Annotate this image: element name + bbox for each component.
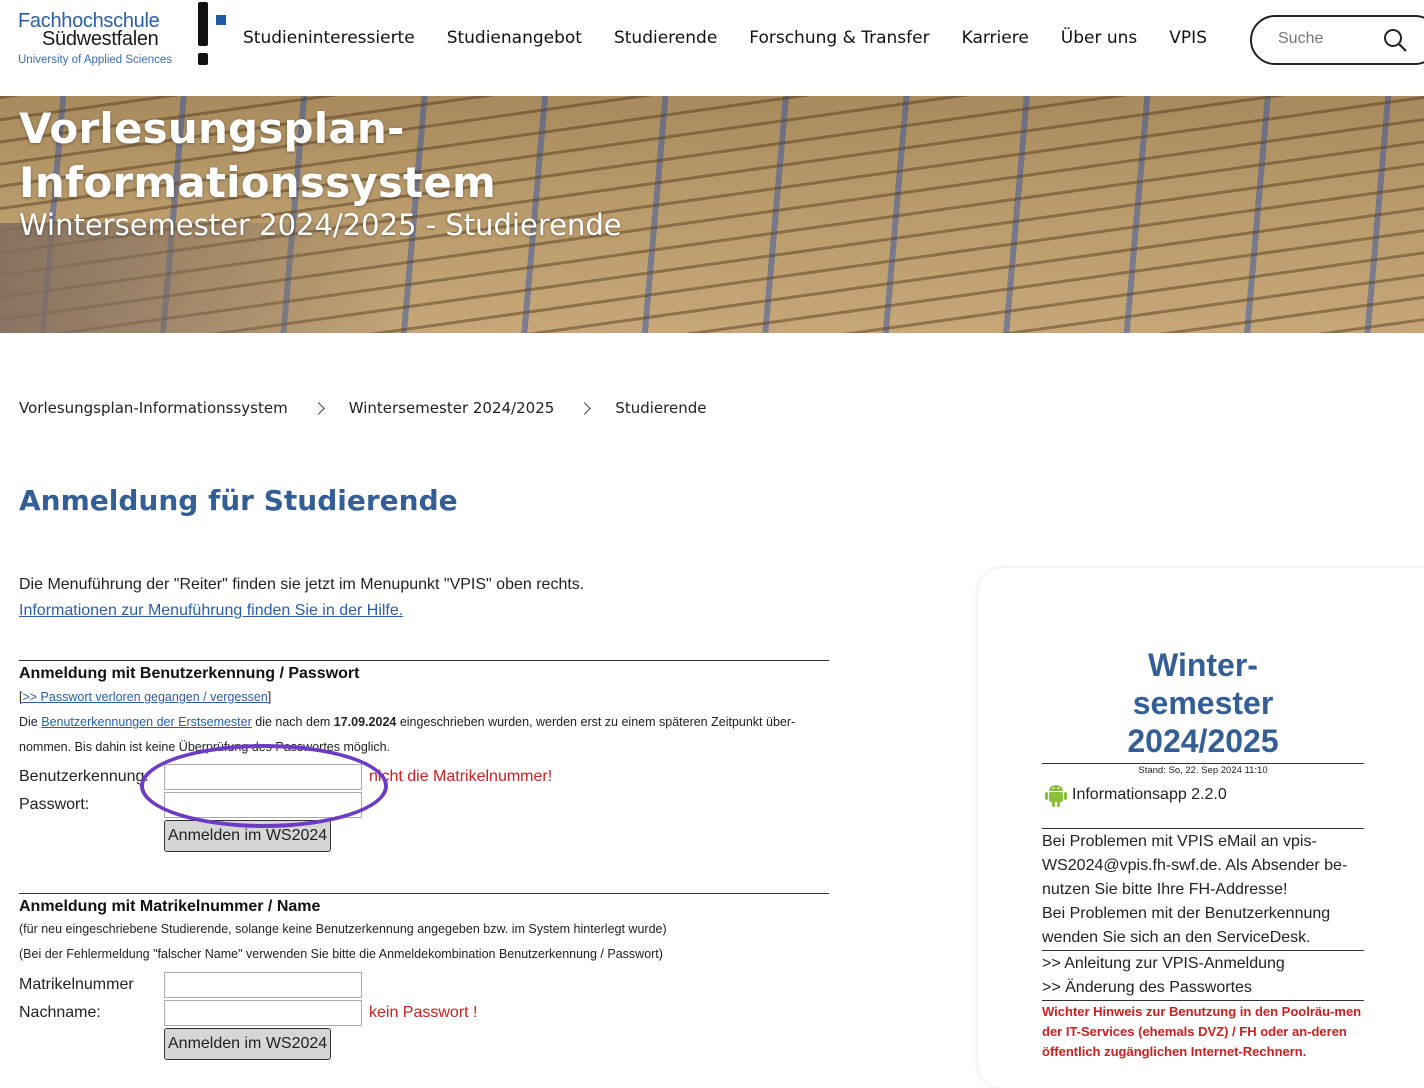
- login-user-section: Anmeldung mit Benutzerkennung / Passwort…: [19, 660, 829, 760]
- breadcrumb: Vorlesungsplan-Informationssystem Winter…: [19, 399, 706, 417]
- main-nav: Studieninteressierte Studienangebot Stud…: [243, 28, 1239, 48]
- nav-forschung[interactable]: Forschung & Transfer: [749, 28, 929, 48]
- chevron-right-icon: [311, 401, 325, 415]
- hero-title: Vorlesungsplan- Informationssystem: [19, 104, 497, 207]
- logo-exclamation-dot: [198, 53, 208, 65]
- login-matr-heading: Anmeldung mit Matrikelnummer / Name: [19, 898, 321, 915]
- problem-text-2: Bei Problemen mit der Benutzerkennung we…: [1042, 905, 1331, 946]
- divider: [1042, 950, 1364, 951]
- logo-exclamation-icon: [198, 2, 208, 46]
- erstsemester-note: Die Benutzerkennungen der Erstsemester d…: [19, 715, 796, 754]
- stand-timestamp: Stand: So, 22. Sep 2024 11:10: [1138, 765, 1268, 776]
- nav-studieninteressierte[interactable]: Studieninteressierte: [243, 28, 415, 48]
- university-logo[interactable]: Fachhochschule Südwestfalen University o…: [18, 2, 238, 72]
- username-field[interactable]: [164, 764, 362, 790]
- intro-text: Die Menuführung der "Reiter" finden sie …: [19, 576, 585, 619]
- nav-studierende[interactable]: Studierende: [614, 28, 717, 48]
- problem-text: Bei Problemen mit VPIS eMail an vpis-WS2…: [1042, 833, 1348, 898]
- nav-ueber-uns[interactable]: Über uns: [1061, 28, 1138, 48]
- nav-vpis[interactable]: VPIS: [1169, 28, 1207, 48]
- forgot-password-link[interactable]: >> Passwort verloren gegangen / vergesse…: [22, 690, 267, 704]
- app-link[interactable]: Informationsapp 2.2.0: [1044, 782, 1227, 808]
- lastname-field[interactable]: [164, 1000, 362, 1026]
- help-link[interactable]: Informationen zur Menuführung finden Sie…: [19, 602, 403, 619]
- login-user-button[interactable]: Anmelden im WS2024: [164, 820, 332, 852]
- search-icon[interactable]: [1382, 27, 1408, 53]
- divider: [1042, 763, 1364, 764]
- password-field[interactable]: [164, 792, 362, 818]
- search-input[interactable]: [1276, 29, 1390, 49]
- password-label: Passwort:: [19, 796, 90, 813]
- login-matr-button[interactable]: Anmelden im WS2024: [164, 1028, 332, 1060]
- android-icon: [1045, 785, 1067, 807]
- pool-warning[interactable]: Wichter Hinweis zur Benutzung in den Poo…: [1042, 1002, 1364, 1062]
- lastname-label: Nachname:: [19, 1004, 101, 1021]
- login-matr-section: Anmeldung mit Matrikelnummer / Name (für…: [19, 893, 829, 967]
- username-hint: nicht die Matrikelnummer!: [369, 768, 553, 785]
- divider: [1042, 1000, 1364, 1001]
- logo-square-icon: [216, 15, 226, 25]
- divider: [1042, 828, 1364, 829]
- matrikel-field[interactable]: [164, 972, 362, 998]
- logo-line3: University of Applied Sciences: [18, 54, 173, 66]
- anleitung-link[interactable]: >> Anleitung zur VPIS-Anmeldung: [1042, 952, 1364, 976]
- page-title: Anmeldung für Studierende: [19, 484, 458, 517]
- breadcrumb-item-vpis[interactable]: Vorlesungsplan-Informationssystem: [19, 399, 288, 417]
- nav-studienangebot[interactable]: Studienangebot: [447, 28, 582, 48]
- erstsemester-link[interactable]: Benutzerkennungen der Erstsemester: [41, 715, 252, 729]
- breadcrumb-item-current: Studierende: [615, 399, 707, 417]
- info-sidebar: Winter- semester 2024/2025 Stand: So, 22…: [978, 568, 1424, 1088]
- chevron-right-icon: [578, 401, 592, 415]
- site-header: Fachhochschule Südwestfalen University o…: [0, 0, 1424, 96]
- breadcrumb-item-semester[interactable]: Wintersemester 2024/2025: [349, 399, 555, 417]
- username-label: Benutzerkennung:: [19, 768, 149, 785]
- login-user-heading: Anmeldung mit Benutzerkennung / Passwort: [19, 665, 360, 682]
- nav-karriere[interactable]: Karriere: [962, 28, 1029, 48]
- search-box: [1250, 15, 1424, 65]
- hero-banner: Vorlesungsplan- Informationssystem Winte…: [0, 96, 1424, 333]
- logo-line2: Südwestfalen: [42, 28, 159, 50]
- password-change-link[interactable]: >> Änderung des Passwortes: [1042, 976, 1364, 1000]
- semester-title: Winter- semester 2024/2025: [1127, 647, 1279, 759]
- matrikel-label: Matrikelnummer: [19, 976, 134, 993]
- hero-subtitle: Wintersemester 2024/2025 - Studierende: [19, 208, 622, 242]
- lastname-hint: kein Passwort !: [369, 1004, 478, 1021]
